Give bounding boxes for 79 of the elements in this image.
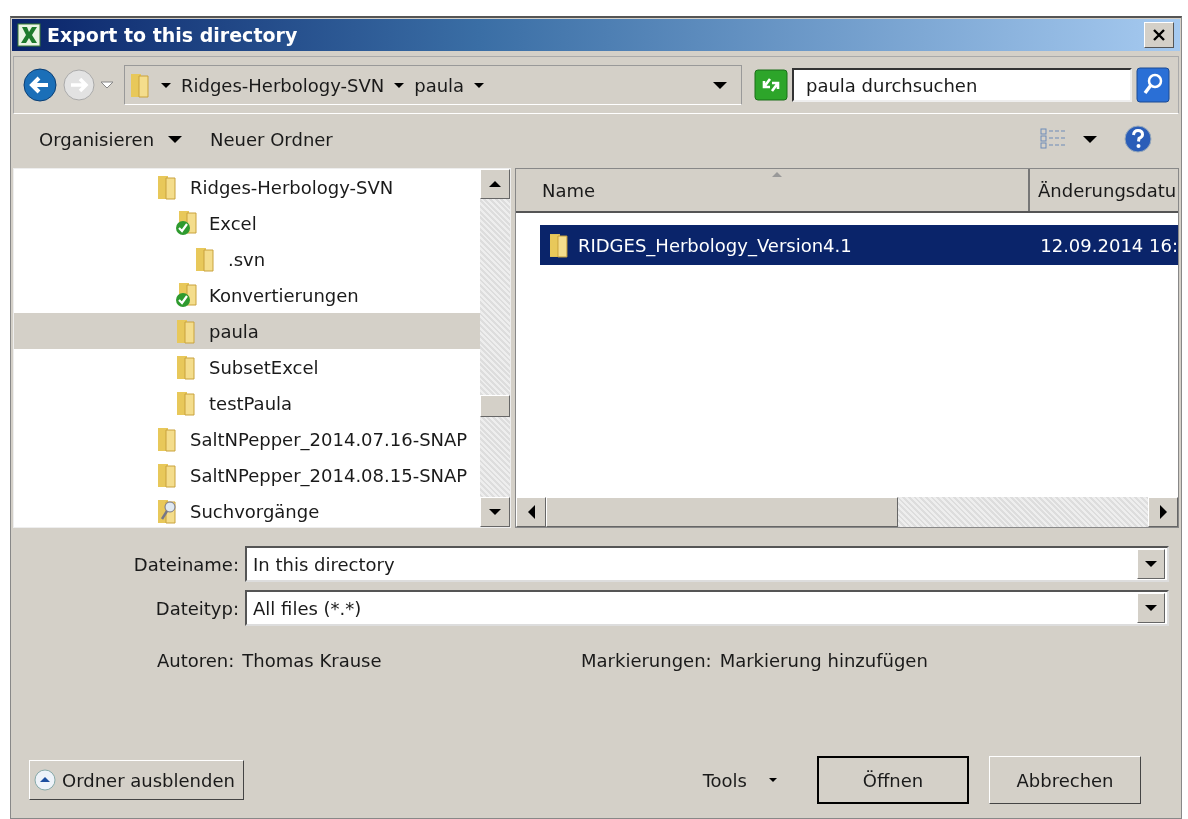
sort-arrow-icon xyxy=(772,172,782,177)
folder-icon xyxy=(156,173,178,201)
back-button[interactable] xyxy=(22,67,58,103)
folder-tree-item[interactable]: Suchvorgänge xyxy=(14,493,480,527)
folder-tree-item[interactable]: paula xyxy=(14,313,480,349)
combo-field[interactable]: All files (*.*) xyxy=(245,590,1169,626)
folder-tree-item[interactable]: Ridges-Herbology-SVN xyxy=(14,169,480,205)
breadcrumb[interactable]: paula xyxy=(414,74,465,96)
scroll-thumb[interactable] xyxy=(546,497,898,527)
caret-icon[interactable] xyxy=(161,82,171,88)
metadata-label: Markierungen: xyxy=(581,650,712,671)
new-folder-button[interactable]: Neuer Ordner xyxy=(204,124,339,154)
folder-check-icon xyxy=(175,281,197,309)
scroll-right-button[interactable] xyxy=(1148,497,1178,527)
window-title: Export to this directory xyxy=(47,24,298,46)
folder-name: Konvertierungen xyxy=(209,284,359,306)
metadata-value: Thomas Krause xyxy=(242,650,382,671)
scroll-thumb[interactable] xyxy=(480,395,510,417)
folder-icon xyxy=(548,231,570,259)
hide-folders-button[interactable]: Ordner ausblenden xyxy=(29,760,244,800)
horizontal-scrollbar[interactable] xyxy=(516,497,1178,527)
address-bar[interactable]: Ridges-Herbology-SVN paula xyxy=(124,65,742,105)
folder-name: Excel xyxy=(209,212,257,234)
metadata-value[interactable]: Markierung hinzufügen xyxy=(719,650,928,671)
folder-icon xyxy=(156,425,178,453)
folder-icon xyxy=(175,317,197,345)
caret-icon[interactable] xyxy=(394,82,405,88)
folder-name: paula xyxy=(209,320,259,342)
close-button[interactable] xyxy=(1144,22,1174,48)
folder-tree-item[interactable]: testPaula xyxy=(14,385,480,421)
breadcrumb[interactable]: Ridges-Herbology-SVN xyxy=(181,74,385,96)
field-label: Dateiname: xyxy=(132,553,239,575)
folder-name: SaltNPepper_2014.08.15-SNAP xyxy=(190,464,468,486)
folder-tree-item[interactable]: Excel xyxy=(14,205,480,241)
column-header[interactable]: Name xyxy=(516,169,1030,211)
scroll-left-button[interactable] xyxy=(516,497,546,527)
folder-tree-item[interactable]: SaltNPepper_2014.08.15-SNAP xyxy=(14,457,480,493)
folder-icon xyxy=(156,461,178,489)
folder-icon xyxy=(175,353,197,381)
help-icon[interactable] xyxy=(1123,124,1153,154)
folder-tree-item[interactable]: .svn xyxy=(14,241,480,277)
folder-tree-item[interactable]: SaltNPepper_2014.07.16-SNAP xyxy=(14,421,480,457)
field-label: Dateityp: xyxy=(154,597,239,619)
metadata-label: Autoren: xyxy=(157,650,235,671)
search-folder-icon xyxy=(156,497,178,525)
folder-name: SaltNPepper_2014.07.16-SNAP xyxy=(190,428,468,450)
close-icon xyxy=(1152,28,1166,42)
folder-icon xyxy=(175,389,197,417)
tools-menu-button[interactable]: Tools xyxy=(696,768,783,792)
folder-icon xyxy=(194,245,216,273)
search-field[interactable]: paula durchsuchen xyxy=(792,68,1132,102)
collapse-icon xyxy=(34,769,56,791)
folder-name: SubsetExcel xyxy=(209,356,319,378)
file-row[interactable]: RIDGES_Herbology_Version4.1 12.09.2014 16: xyxy=(540,225,1178,265)
organize-menu-button[interactable]: Organisieren xyxy=(33,124,189,154)
folder-name: Ridges-Herbology-SVN xyxy=(190,176,394,198)
vertical-scrollbar[interactable] xyxy=(480,169,510,527)
scroll-up-button[interactable] xyxy=(480,169,510,199)
folder-name: Suchvorgänge xyxy=(190,500,320,522)
history-dropdown-icon[interactable] xyxy=(100,80,114,90)
caret-icon[interactable] xyxy=(474,82,485,88)
scroll-down-button[interactable] xyxy=(480,497,510,527)
spreadsheet-app-icon xyxy=(17,23,41,47)
dropdown-caret-icon[interactable] xyxy=(713,81,727,89)
folder-icon xyxy=(129,71,151,99)
folder-check-icon xyxy=(175,209,197,237)
folder-name: testPaula xyxy=(209,392,293,414)
file-name: RIDGES_Herbology_Version4.1 xyxy=(577,234,853,256)
combo-field[interactable]: In this directory xyxy=(245,546,1169,582)
search-icon[interactable] xyxy=(1136,67,1170,103)
caret-icon[interactable] xyxy=(1083,135,1097,143)
folder-name: .svn xyxy=(228,248,266,270)
modified-date: 12.09.2014 16: xyxy=(1040,234,1178,256)
folder-tree-item[interactable]: Konvertierungen xyxy=(14,277,480,313)
open-button[interactable]: Öffnen xyxy=(817,756,969,804)
folder-tree-item[interactable]: SubsetExcel xyxy=(14,349,480,385)
refresh-button[interactable] xyxy=(754,69,788,101)
cancel-button[interactable]: Abbrechen xyxy=(989,756,1141,804)
column-header[interactable]: Änderungsdatu xyxy=(1030,169,1178,211)
